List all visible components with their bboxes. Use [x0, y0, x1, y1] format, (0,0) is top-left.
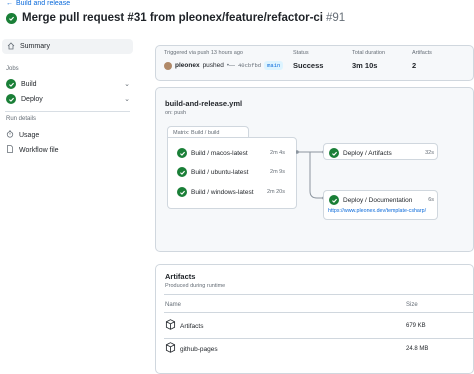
job-deploy-documentation[interactable]: Deploy / Documentation 6s https://www.pl… — [323, 190, 438, 220]
action-text: pushed — [202, 62, 224, 69]
artifacts-count-label: Artifacts — [412, 50, 432, 56]
back-link-label: Build and release — [16, 0, 71, 7]
job-row: Deploy / Artifacts 32s — [329, 148, 435, 158]
sidebar-item-label: Deploy — [21, 95, 43, 103]
file-icon — [6, 145, 14, 155]
sidebar-item-workflow-file[interactable]: Workflow file — [6, 145, 59, 155]
package-icon — [165, 317, 176, 335]
jobs-heading: Jobs — [6, 66, 19, 72]
job-build-ubuntu[interactable]: Build / ubuntu-latest 2m 9s — [177, 167, 293, 177]
artifact-size: 24.8 MB — [406, 346, 429, 352]
branch-pill[interactable]: main — [264, 61, 284, 70]
artifacts-subtitle: Produced during runtime — [165, 283, 226, 289]
job-name: Deploy / Documentation — [343, 196, 413, 204]
check-circle-icon — [177, 187, 187, 197]
artifact-size: 679 KB — [406, 323, 426, 329]
job-build-windows[interactable]: Build / windows-latest 2m 20s — [177, 187, 293, 197]
package-icon — [165, 340, 176, 358]
chevron-down-icon[interactable]: ⌄ — [124, 95, 130, 103]
job-duration: 2m 9s — [270, 169, 285, 175]
run-title-row: Merge pull request #31 from pleonex/feat… — [6, 12, 345, 24]
artifact-name[interactable]: Artifacts — [180, 323, 203, 330]
column-header-name: Name — [165, 302, 182, 308]
divider — [164, 294, 474, 295]
stopwatch-icon — [6, 130, 14, 140]
run-title: Merge pull request #31 from pleonex/feat… — [22, 12, 324, 24]
job-duration: 6s — [428, 197, 434, 203]
back-link[interactable]: ← Build and release — [6, 0, 70, 7]
check-circle-icon — [329, 195, 339, 205]
job-name: Deploy / Artifacts — [343, 149, 392, 157]
job-duration: 2m 20s — [266, 189, 285, 195]
run-details-heading: Run details — [6, 116, 37, 122]
page-title: Merge pull request #31 from pleonex/feat… — [22, 12, 345, 24]
job-name: Build / macos-latest — [191, 149, 248, 157]
home-icon — [7, 41, 15, 52]
divider — [164, 338, 474, 339]
run-number: #91 — [326, 12, 346, 24]
artifact-name[interactable]: github-pages — [180, 346, 218, 353]
workflow-trigger: on: push — [165, 110, 187, 116]
sidebar-item-summary[interactable]: Summary — [2, 39, 133, 54]
table-row[interactable]: github-pages 24.8 MB — [164, 342, 474, 356]
table-row[interactable]: Artifacts 679 KB — [164, 319, 474, 333]
commit-icon: •— — [226, 62, 235, 69]
sidebar-item-build[interactable]: Build ⌄ — [6, 79, 130, 89]
sidebar-divider — [5, 111, 130, 112]
job-duration: 2m 4s — [270, 150, 285, 156]
chevron-down-icon[interactable]: ⌄ — [124, 80, 130, 88]
arrow-left-icon: ← — [6, 0, 13, 7]
job-row: Deploy / Documentation 6s — [329, 195, 435, 205]
status-value: Success — [293, 61, 324, 70]
divider — [164, 312, 474, 313]
artifacts-count-value: 2 — [412, 61, 417, 70]
check-circle-icon — [6, 79, 16, 89]
check-circle-icon — [177, 167, 187, 177]
deployment-url[interactable]: https://www.pleonex.dev/template-csharp/ — [328, 208, 426, 214]
column-header-size: Size — [406, 302, 418, 308]
sidebar-item-usage[interactable]: Usage — [6, 130, 39, 140]
check-circle-icon — [177, 148, 187, 158]
commit-sha[interactable]: 40cbfbd — [238, 62, 261, 69]
duration-value: 3m 10s — [352, 61, 378, 70]
job-build-macos[interactable]: Build / macos-latest 2m 4s — [177, 148, 293, 158]
duration-label: Total duration — [352, 50, 386, 56]
job-duration: 32s — [425, 150, 434, 156]
sidebar-item-deploy[interactable]: Deploy ⌄ — [6, 94, 130, 104]
job-name: Build / windows-latest — [191, 188, 254, 196]
job-deploy-artifacts[interactable]: Deploy / Artifacts 32s — [323, 143, 438, 160]
trigger-text: Triggered via push 13 hours ago — [164, 50, 243, 56]
run-summary-card: Triggered via push 13 hours ago pleonex … — [155, 45, 474, 81]
sidebar-item-label: Summary — [20, 43, 50, 50]
check-circle-icon — [329, 148, 339, 158]
graph-connectors — [296, 150, 326, 200]
push-info: pleonex pushed •— 40cbfbd main — [164, 61, 284, 70]
artifacts-title: Artifacts — [165, 272, 196, 281]
actor-name[interactable]: pleonex — [175, 62, 200, 69]
sidebar-item-label: Usage — [19, 131, 40, 139]
workflow-file-name: build-and-release.yml — [165, 99, 243, 108]
check-circle-icon — [6, 94, 16, 104]
job-name: Build / ubuntu-latest — [191, 168, 249, 176]
avatar — [164, 61, 172, 70]
sidebar-item-label: Build — [21, 80, 37, 88]
matrix-title-label: Matrix: Build / build — [173, 129, 220, 136]
sidebar-item-label: Workflow file — [19, 146, 59, 154]
status-label: Status — [293, 50, 309, 56]
check-circle-icon — [6, 12, 17, 24]
